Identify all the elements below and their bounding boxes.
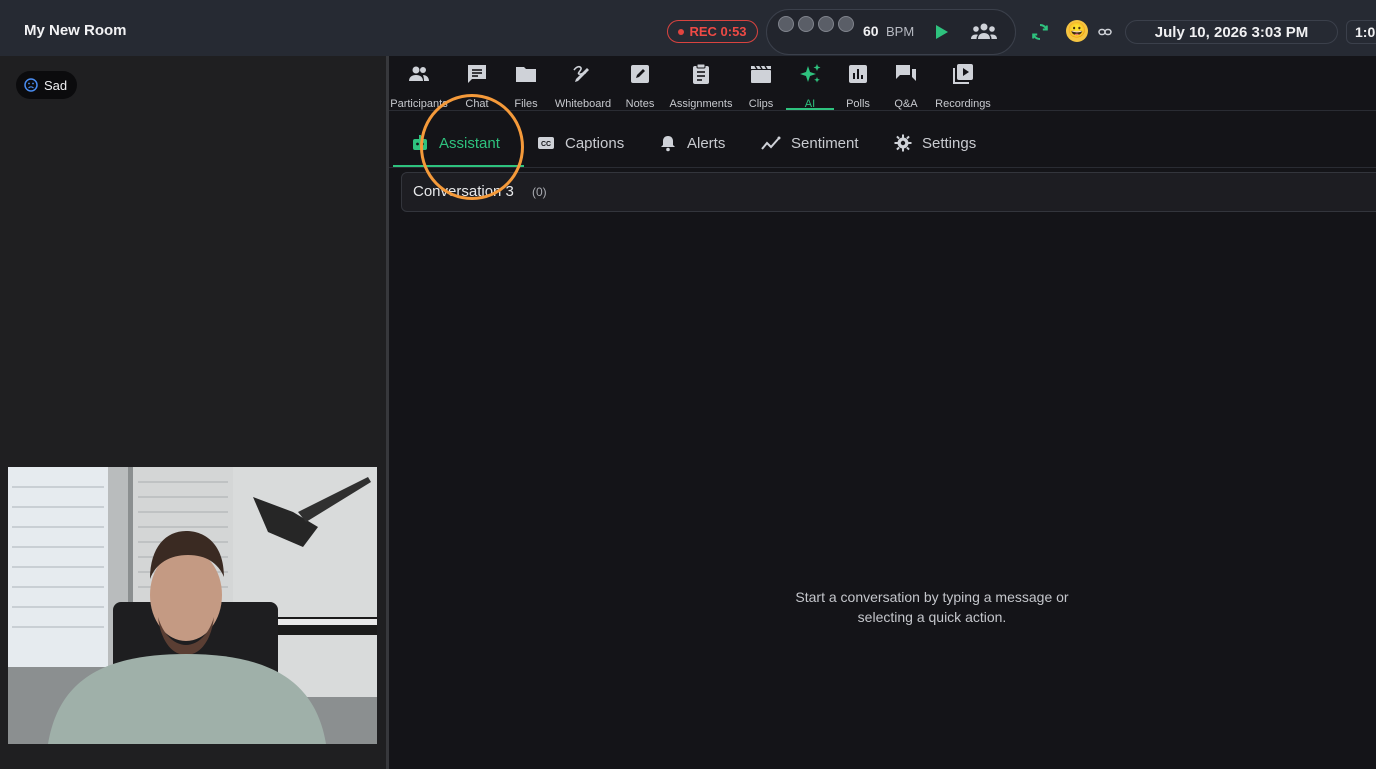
metronome-beat bbox=[818, 16, 834, 32]
record-dot-icon bbox=[678, 28, 685, 35]
clapper-icon bbox=[751, 65, 771, 83]
room-title: My New Room bbox=[24, 22, 127, 39]
sad-face-icon bbox=[24, 78, 38, 92]
robot-icon bbox=[413, 135, 427, 150]
recording-indicator[interactable]: REC 0:53 bbox=[667, 20, 758, 43]
video-library-icon bbox=[953, 64, 973, 84]
tool-recordings[interactable]: Recordings bbox=[933, 60, 993, 112]
conversation-message-count: (0) bbox=[532, 185, 547, 199]
tab-settings[interactable]: Settings bbox=[894, 134, 976, 152]
group-icon[interactable] bbox=[970, 22, 998, 40]
tab-captions[interactable]: CC Captions bbox=[537, 134, 624, 152]
conversation-title: Conversation 3 bbox=[413, 183, 514, 200]
tab-assistant[interactable]: Assistant bbox=[411, 134, 500, 152]
session-clock: 1:0 bbox=[1346, 20, 1376, 44]
active-tab-indicator bbox=[393, 165, 524, 167]
tab-alerts[interactable]: Alerts bbox=[659, 134, 725, 152]
tool-files[interactable]: Files bbox=[511, 60, 541, 112]
play-icon[interactable] bbox=[936, 25, 948, 39]
metronome-beat bbox=[778, 16, 794, 32]
empty-state-message: Start a conversation by typing a message… bbox=[795, 589, 1069, 625]
recording-label: REC 0:53 bbox=[689, 24, 747, 39]
tool-whiteboard[interactable]: Whiteboard bbox=[553, 60, 613, 112]
tool-polls[interactable]: Polls bbox=[843, 60, 873, 112]
cc-icon: CC bbox=[538, 137, 554, 149]
active-tool-indicator bbox=[786, 108, 834, 110]
bpm-unit: BPM bbox=[886, 24, 915, 39]
bell-icon bbox=[661, 136, 675, 152]
participant-video[interactable] bbox=[8, 467, 377, 744]
reaction-emoji-button[interactable]: 😀 bbox=[1066, 20, 1088, 42]
tool-ai[interactable]: AI bbox=[789, 60, 831, 112]
folder-icon bbox=[516, 67, 536, 82]
chat-icon bbox=[468, 65, 486, 83]
tools-toolbar: Participants Chat Files Whiteboard Notes… bbox=[389, 56, 1376, 111]
draw-icon bbox=[573, 65, 589, 82]
poll-icon bbox=[849, 65, 867, 83]
ai-tabs: Assistant CC Captions Alerts Sentiment S… bbox=[389, 112, 1376, 168]
sentiment-label: Sad bbox=[44, 77, 68, 93]
tool-chat[interactable]: Chat bbox=[461, 60, 493, 112]
conversation-selector[interactable] bbox=[401, 172, 1376, 212]
svg-text:CC: CC bbox=[541, 141, 551, 148]
clipboard-icon bbox=[693, 63, 709, 84]
link-icon[interactable] bbox=[1098, 27, 1112, 37]
people-icon bbox=[409, 66, 429, 81]
metronome-beat bbox=[798, 16, 814, 32]
tool-clips[interactable]: Clips bbox=[746, 60, 776, 112]
datetime-display: July 10, 2026 3:03 PM bbox=[1125, 20, 1338, 44]
metronome-beat bbox=[838, 16, 854, 32]
video-frame bbox=[8, 467, 377, 744]
bpm-value[interactable]: 60 bbox=[863, 23, 879, 39]
trend-icon bbox=[761, 136, 781, 150]
note-edit-icon bbox=[631, 65, 649, 83]
gear-icon bbox=[894, 134, 912, 152]
tool-qa[interactable]: Q&A bbox=[891, 60, 921, 112]
sentiment-badge: Sad bbox=[16, 71, 78, 99]
sparkle-icon bbox=[800, 64, 821, 83]
tool-notes[interactable]: Notes bbox=[624, 60, 656, 112]
tool-participants[interactable]: Participants bbox=[389, 60, 449, 112]
tool-assignments[interactable]: Assignments bbox=[667, 60, 735, 112]
tab-sentiment[interactable]: Sentiment bbox=[761, 134, 859, 152]
qa-icon bbox=[896, 65, 916, 81]
sync-icon[interactable] bbox=[1030, 22, 1050, 42]
